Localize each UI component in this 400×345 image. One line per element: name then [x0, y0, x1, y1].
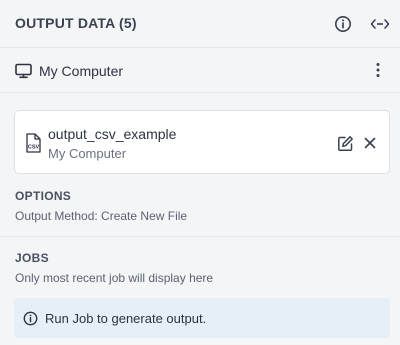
options-title: OPTIONS	[15, 189, 72, 203]
output-source-row[interactable]: My Computer	[0, 48, 400, 93]
info-message: Run Job to generate output.	[45, 311, 207, 326]
panel-header: OUTPUT DATA (5)	[0, 0, 400, 48]
panel-title: OUTPUT DATA (5)	[15, 15, 137, 31]
run-job-info-box: Run Job to generate output.	[14, 298, 390, 338]
output-file-card[interactable]: CSV output_csv_example My Computer	[14, 110, 390, 174]
monitor-icon	[15, 63, 32, 84]
section-divider	[0, 236, 400, 237]
source-label: My Computer	[39, 63, 124, 79]
output-method-text: Output Method: Create New File	[15, 209, 188, 223]
jobs-description: Only most recent job will display here	[15, 271, 214, 285]
edit-icon[interactable]	[334, 132, 356, 154]
jobs-title: JOBS	[15, 251, 49, 265]
file-name: output_csv_example	[48, 126, 177, 142]
more-vertical-icon[interactable]	[367, 59, 389, 81]
close-icon[interactable]	[359, 132, 381, 154]
expand-horizontal-icon[interactable]	[369, 13, 391, 35]
info-icon[interactable]	[332, 13, 354, 35]
csv-file-icon: CSV	[24, 133, 42, 158]
info-icon	[23, 311, 38, 331]
csv-icon-label: CSV	[28, 145, 40, 151]
file-location: My Computer	[48, 146, 127, 161]
